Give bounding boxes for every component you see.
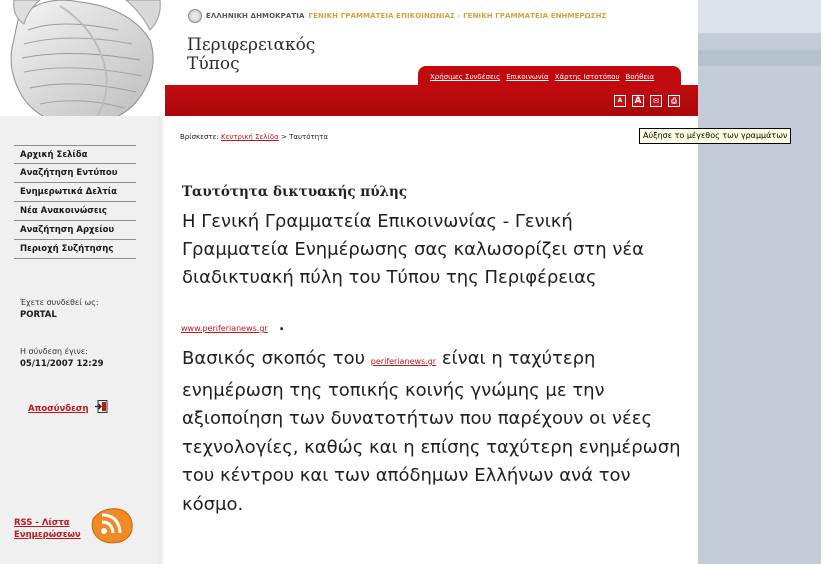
secretariat-name: ΓΕΝΙΚΗ ΓΡΑΜΜΑΤΕΙΑ ΕΠΙΚΟΙΝΩΝΙΑΣ - ΓΕΝΙΚΗ … [308, 12, 607, 20]
sidebar-edge [159, 116, 165, 564]
breadcrumb-current: Ταυτότητα [289, 133, 328, 141]
menu-item-home[interactable]: Αρχική Σελίδα [14, 145, 136, 164]
site-url-link[interactable]: www.periferianews.gr [181, 324, 268, 333]
logo-line-1: Περιφερειακός [187, 35, 316, 55]
window-background-band [698, 50, 821, 66]
top-nav: Χρήσιμες Συνδέσεις Επικοινωνία Χάρτης Ισ… [418, 66, 681, 88]
newspaper-graphic [0, 0, 165, 128]
font-increase-icon[interactable]: A [632, 95, 644, 107]
last-login-date: 05/11/2007 12:29 [20, 359, 104, 369]
breadcrumb-home-link[interactable]: Κεντρική Σελίδα [221, 133, 279, 141]
menu-item-search-publication[interactable]: Αναζήτηση Εντύπου [14, 164, 136, 183]
connected-as-label: Έχετε συνδεθεί ως: [20, 298, 99, 307]
purpose-start: Βασικός σκοπός του [182, 348, 366, 369]
intro-paragraph: Η Γενική Γραμματεία Επικοινωνίας - Γενικ… [182, 211, 645, 288]
last-login-label: Η σύνδεση έγινε: [20, 347, 88, 356]
menu-item-discussion[interactable]: Περιοχή Συζήτησης [14, 240, 136, 259]
page: ΕΛΛΗΝΙΚΗ ΔΗΜΟΚΡΑΤΙΑ ΓΕΝΙΚΗ ΓΡΑΜΜΑΤΕΙΑ ΕΠ… [0, 0, 698, 564]
link-useful-links[interactable]: Χρήσιμες Συνδέσεις [430, 73, 500, 81]
site-logo[interactable]: Περιφερειακός Τύπος [187, 36, 315, 74]
purpose-paragraph: Βασικός σκοπός του periferianews.gr είνα… [182, 345, 682, 519]
rss-line-2: Ενημερώσεων [14, 530, 81, 540]
window-background [698, 0, 821, 564]
government-line: ΕΛΛΗΝΙΚΗ ΔΗΜΟΚΡΑΤΙΑ ΓΕΝΙΚΗ ΓΡΑΜΜΑΤΕΙΑ ΕΠ… [188, 9, 606, 23]
breadcrumb-separator: > [280, 133, 287, 141]
menu-item-announcements[interactable]: Νέα Ανακοινώσεις [14, 202, 136, 221]
tool-icons: A A ✉ ⎙ [614, 95, 680, 107]
govt-name: ΕΛΛΗΝΙΚΗ ΔΗΜΟΚΡΑΤΙΑ [206, 12, 305, 20]
email-icon[interactable]: ✉ [650, 95, 662, 107]
font-size-tooltip: Αύξησε το μέγεθος των γραμμάτων [639, 128, 792, 144]
greek-emblem-icon [188, 9, 202, 23]
logo-line-2: Τύπος [187, 54, 240, 74]
menu-item-search-archive[interactable]: Αναζήτηση Αρχείου [14, 221, 136, 240]
rss-line-1: RSS - Λίστα [14, 518, 70, 528]
font-decrease-icon[interactable]: A [614, 95, 626, 107]
purpose-site-link[interactable]: periferianews.gr [371, 357, 436, 366]
link-help[interactable]: Βοήθεια [626, 73, 655, 81]
window-background-top [698, 0, 821, 33]
link-sitemap[interactable]: Χάρτης Ιστοτόπου [555, 73, 620, 81]
print-icon[interactable]: ⎙ [668, 95, 680, 107]
breadcrumb: Βρίσκεστε: Κεντρική Σελίδα > Ταυτότητα [180, 133, 328, 141]
rss-feed-icon[interactable] [90, 505, 134, 545]
sidebar-menu: Αρχική Σελίδα Αναζήτηση Εντύπου Ενημερωτ… [14, 145, 136, 259]
connected-user: PORTAL [20, 310, 57, 320]
rss-link[interactable]: RSS - Λίστα Ενημερώσεων [14, 517, 81, 541]
logout-link[interactable]: Αποσύνδεση [28, 404, 89, 414]
menu-item-newsletters[interactable]: Ενημερωτικά Δελτία [14, 183, 136, 202]
link-contact[interactable]: Επικοινωνία [506, 73, 548, 81]
breadcrumb-prefix: Βρίσκεστε: [180, 133, 219, 141]
logout-icon[interactable] [95, 400, 108, 413]
site-url-period: . [279, 318, 285, 334]
purpose-end: είναι η ταχύτερη ενημέρωση της τοπικής κ… [182, 348, 681, 515]
page-title: Ταυτότητα δικτυακής πύλης [182, 184, 408, 200]
